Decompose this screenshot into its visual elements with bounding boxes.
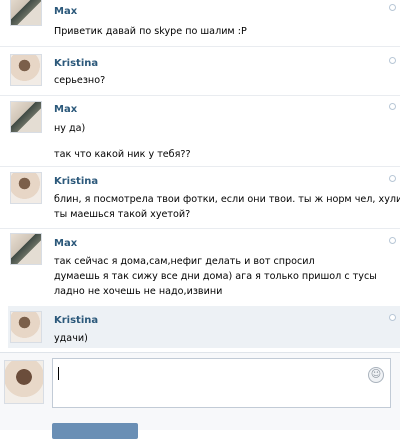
message-text: ты маешься такой хуетой? bbox=[54, 209, 191, 220]
message-text: думаешь я так сижу все дни дома) ага я т… bbox=[54, 271, 377, 282]
message-separator bbox=[0, 166, 400, 167]
avatar-max[interactable] bbox=[10, 101, 42, 133]
message-author[interactable]: Max bbox=[54, 104, 77, 115]
avatar-max[interactable] bbox=[10, 0, 42, 26]
avatar-kristina[interactable] bbox=[10, 172, 42, 204]
message-input[interactable]: ☺ bbox=[52, 358, 391, 408]
message-status-dot bbox=[389, 314, 396, 321]
message-text: так сейчас я дома,сам,нефиг делать и вот… bbox=[54, 256, 315, 267]
message-separator bbox=[0, 95, 400, 96]
message-text: удачи) bbox=[54, 333, 88, 344]
smiley-icon[interactable]: ☺ bbox=[368, 367, 384, 383]
message-author[interactable]: Kristina bbox=[54, 58, 98, 69]
avatar-kristina[interactable] bbox=[10, 311, 42, 343]
message-text: серьезно? bbox=[54, 75, 106, 86]
send-button[interactable] bbox=[52, 423, 138, 439]
message-status-dot bbox=[389, 4, 396, 11]
message-text: так что какой ник у тебя?? bbox=[54, 149, 191, 160]
message-status-dot bbox=[389, 103, 396, 110]
message-text: Приветик давай по skype по шалим :P bbox=[54, 26, 247, 37]
message-author[interactable]: Max bbox=[54, 6, 77, 17]
message-author[interactable]: Max bbox=[54, 238, 77, 249]
message-text: ну да) bbox=[54, 123, 86, 134]
avatar-own[interactable] bbox=[4, 360, 44, 404]
message-status-dot bbox=[389, 237, 396, 244]
message-separator bbox=[0, 228, 400, 229]
message-separator bbox=[0, 46, 400, 47]
message-author[interactable]: Kristina bbox=[54, 176, 98, 187]
avatar-max[interactable] bbox=[10, 233, 42, 265]
text-caret bbox=[58, 367, 59, 380]
message-text: блин, я посмотрела твои фотки, если они … bbox=[54, 194, 400, 205]
message-author[interactable]: Kristina bbox=[54, 315, 98, 326]
message-status-dot bbox=[389, 57, 396, 64]
message-text: ладно не хочешь не надо,извини bbox=[54, 286, 223, 297]
message-status-dot bbox=[389, 175, 396, 182]
avatar-kristina[interactable] bbox=[10, 54, 42, 86]
